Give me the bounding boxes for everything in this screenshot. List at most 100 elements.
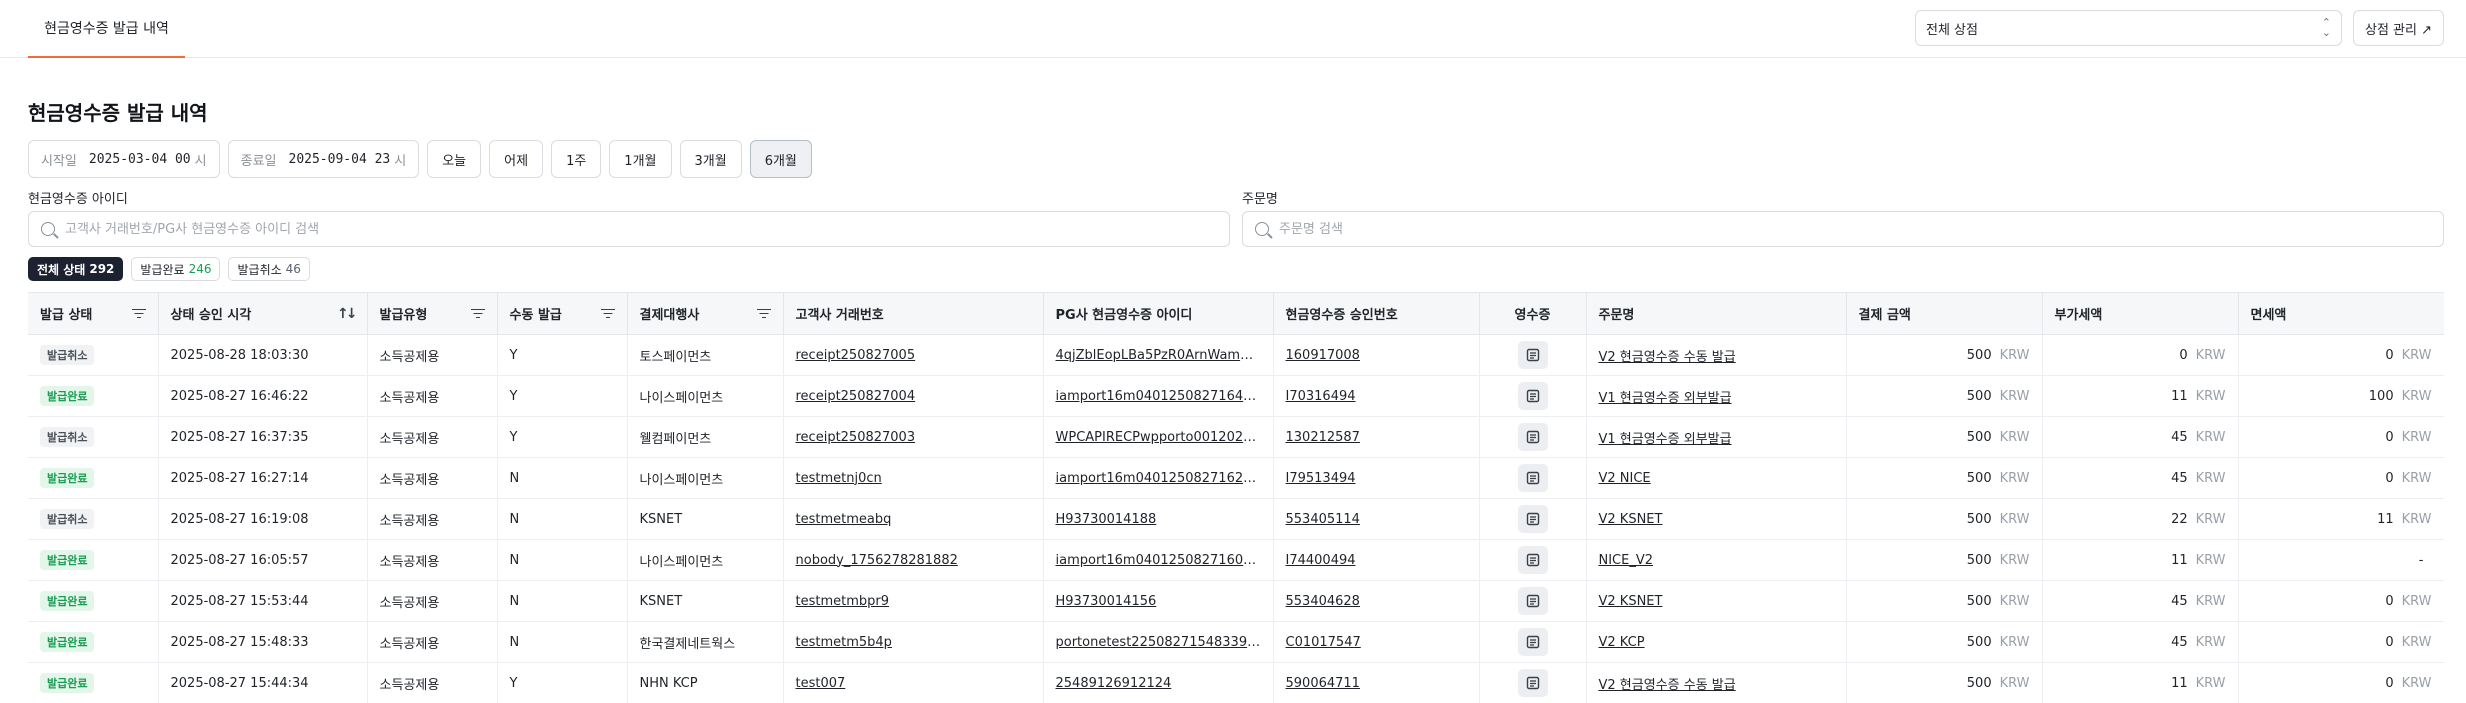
order-name-label: 주문명 [1242,192,1278,207]
approval-no-link[interactable]: 553404628 [1273,580,1480,622]
sort-icon[interactable]: ↑↓ [337,306,358,322]
column-header-type[interactable]: 발급유형 [367,292,498,335]
table-row[interactable]: 발급완료 2025-08-27 16:05:57 소득공제용 N 나이스페이먼츠… [28,539,2444,581]
amount-value: 500 [1966,429,1992,445]
status-chip-issued[interactable]: 발급완료 246 [131,257,221,281]
tax-free-value: 0 [2385,634,2394,650]
store-select[interactable]: 전체 상점 ⌃ ⌄ [1915,10,2342,46]
range-button-today[interactable]: 오늘 [427,140,482,178]
cell-amount: 500 KRW [1846,662,2043,703]
currency-label: KRW [2195,470,2226,486]
receipt-view-button[interactable] [1517,505,1548,533]
approval-no-link[interactable]: C01017547 [1273,621,1480,663]
receipt-id-search-input[interactable] [65,221,1217,237]
order-name-link[interactable]: V2 KSNET [1586,498,1847,540]
table-row[interactable]: 발급취소 2025-08-27 16:19:08 소득공제용 N KSNET t… [28,498,2444,540]
tab-cash-receipt-history[interactable]: 현금영수증 발급 내역 [28,0,185,58]
receipt-view-button[interactable] [1517,382,1548,410]
receipt-icon [1526,389,1539,403]
store-manage-button[interactable]: 상점 관리 ↗ [2353,10,2444,46]
filter-icon[interactable] [756,308,771,319]
tx-id-link[interactable]: receipt250827003 [783,416,1044,458]
cell-tax-free: - [2238,539,2444,581]
table-row[interactable]: 발급완료 2025-08-27 15:48:33 소득공제용 N 한국결제네트웍… [28,621,2444,663]
order-name-link[interactable]: V1 현금영수증 외부발급 [1586,416,1847,458]
table-row[interactable]: 발급완료 2025-08-27 16:46:22 소득공제용 Y 나이스페이먼츠… [28,375,2444,417]
approval-no-link[interactable]: I74400494 [1273,539,1480,581]
pg-receipt-id-link[interactable]: 25489126912124 [1043,662,1274,703]
order-name-search-input[interactable] [1279,221,2431,237]
filter-icon[interactable] [600,308,615,319]
column-header-manual[interactable]: 수동 발급 [497,292,628,335]
table-row[interactable]: 발급완료 2025-08-27 16:27:14 소득공제용 N 나이스페이먼츠… [28,457,2444,499]
tax-free-value: 0 [2385,593,2394,609]
tx-id-link[interactable]: nobody_1756278281882 [783,539,1044,581]
tx-id-link[interactable]: test007 [783,662,1044,703]
approval-no-link[interactable]: I79513494 [1273,457,1480,499]
receipt-view-button[interactable] [1517,341,1548,369]
receipt-view-button[interactable] [1517,587,1548,615]
order-name-link[interactable]: V2 현금영수증 수동 발급 [1586,334,1847,376]
end-date-field[interactable]: 종료일 2025-09-04 23 시 [227,140,420,178]
receipt-view-button[interactable] [1517,423,1548,451]
tx-id-link[interactable]: testmetmeabq [783,498,1044,540]
pg-receipt-id-link[interactable]: H93730014156 [1043,580,1274,622]
order-name-link[interactable]: V2 KCP [1586,621,1847,663]
status-chip-all[interactable]: 전체 상태 292 [28,257,124,281]
order-name-link[interactable]: V2 NICE [1586,457,1847,499]
order-name-link[interactable]: V1 현금영수증 외부발급 [1586,375,1847,417]
range-button-1-week[interactable]: 1주 [551,140,602,178]
tx-id-link[interactable]: receipt250827005 [783,334,1044,376]
range-button-yesterday[interactable]: 어제 [489,140,544,178]
chevron-up-down-icon: ⌃ ⌄ [2321,16,2331,39]
pg-receipt-id-link[interactable]: portonetest22508271548339897... [1043,621,1274,663]
receipt-view-button[interactable] [1517,628,1548,656]
table-row[interactable]: 발급취소 2025-08-27 16:37:35 소득공제용 Y 웰컴페이먼츠 … [28,416,2444,458]
cell-approved-at: 2025-08-27 16:19:08 [158,498,368,540]
order-name-link[interactable]: V2 KSNET [1586,580,1847,622]
currency-label: KRW [2401,388,2432,404]
range-button-3-months[interactable]: 3개월 [679,140,742,178]
pg-receipt-id-link[interactable]: WPCAPIRECPwpporto001202508... [1043,416,1274,458]
tx-id-link[interactable]: receipt250827004 [783,375,1044,417]
amount-value: 500 [1966,470,1992,486]
filter-icon[interactable] [131,308,146,319]
table-row[interactable]: 발급완료 2025-08-27 15:44:34 소득공제용 Y NHN KCP… [28,662,2444,703]
end-date-label: 종료일 [240,153,277,169]
tx-id-link[interactable]: testmetm5b4p [783,621,1044,663]
status-chip-label: 발급취소 [237,262,282,277]
approval-no-link[interactable]: 590064711 [1273,662,1480,703]
order-name-link[interactable]: V2 현금영수증 수동 발급 [1586,662,1847,703]
status-chip-cancelled[interactable]: 발급취소 46 [228,257,310,281]
pg-receipt-id-link[interactable]: H93730014188 [1043,498,1274,540]
receipt-view-button[interactable] [1517,669,1548,697]
tx-id-link[interactable]: testmetmbpr9 [783,580,1044,622]
range-button-6-months[interactable]: 6개월 [749,140,812,178]
start-date-field[interactable]: 시작일 2025-03-04 00 시 [28,140,220,178]
cell-tax-free: 0 KRW [2238,457,2444,499]
receipt-view-button[interactable] [1517,464,1548,492]
range-button-1-month[interactable]: 1개월 [609,140,672,178]
tax-free-value: 0 [2385,470,2394,486]
pg-receipt-id-link[interactable]: iamport16m04012508271605581 1... [1043,539,1274,581]
approval-no-link[interactable]: I70316494 [1273,375,1480,417]
column-header-approved-at[interactable]: 상태 승인 시각 ↑↓ [158,292,368,335]
order-name-link[interactable]: NICE_V2 [1586,539,1847,581]
filter-icon[interactable] [470,308,485,319]
pg-receipt-id-link[interactable]: 4qjZblEopLBa5PzR0ArnWamQXyM... [1043,334,1274,376]
column-header-status[interactable]: 발급 상태 [28,292,159,335]
pg-receipt-id-link[interactable]: iamport16m04012508271646227... [1043,375,1274,417]
cell-status: 발급완료 [28,662,159,703]
table-row[interactable]: 발급완료 2025-08-27 15:53:44 소득공제용 N KSNET t… [28,580,2444,622]
pg-receipt-id-link[interactable]: iamport16m04012508271627141 7... [1043,457,1274,499]
approval-no-link[interactable]: 130212587 [1273,416,1480,458]
approval-no-link[interactable]: 553405114 [1273,498,1480,540]
column-header-pg[interactable]: 결제대행사 [627,292,784,335]
receipt-view-button[interactable] [1517,546,1548,574]
tx-id-link[interactable]: testmetnj0cn [783,457,1044,499]
table-row[interactable]: 발급취소 2025-08-28 18:03:30 소득공제용 Y 토스페이먼츠 … [28,334,2444,376]
cell-pg: NHN KCP [627,662,784,703]
tax-free-value: - [2418,552,2424,568]
status-chip-count: 292 [89,262,115,276]
approval-no-link[interactable]: 160917008 [1273,334,1480,376]
